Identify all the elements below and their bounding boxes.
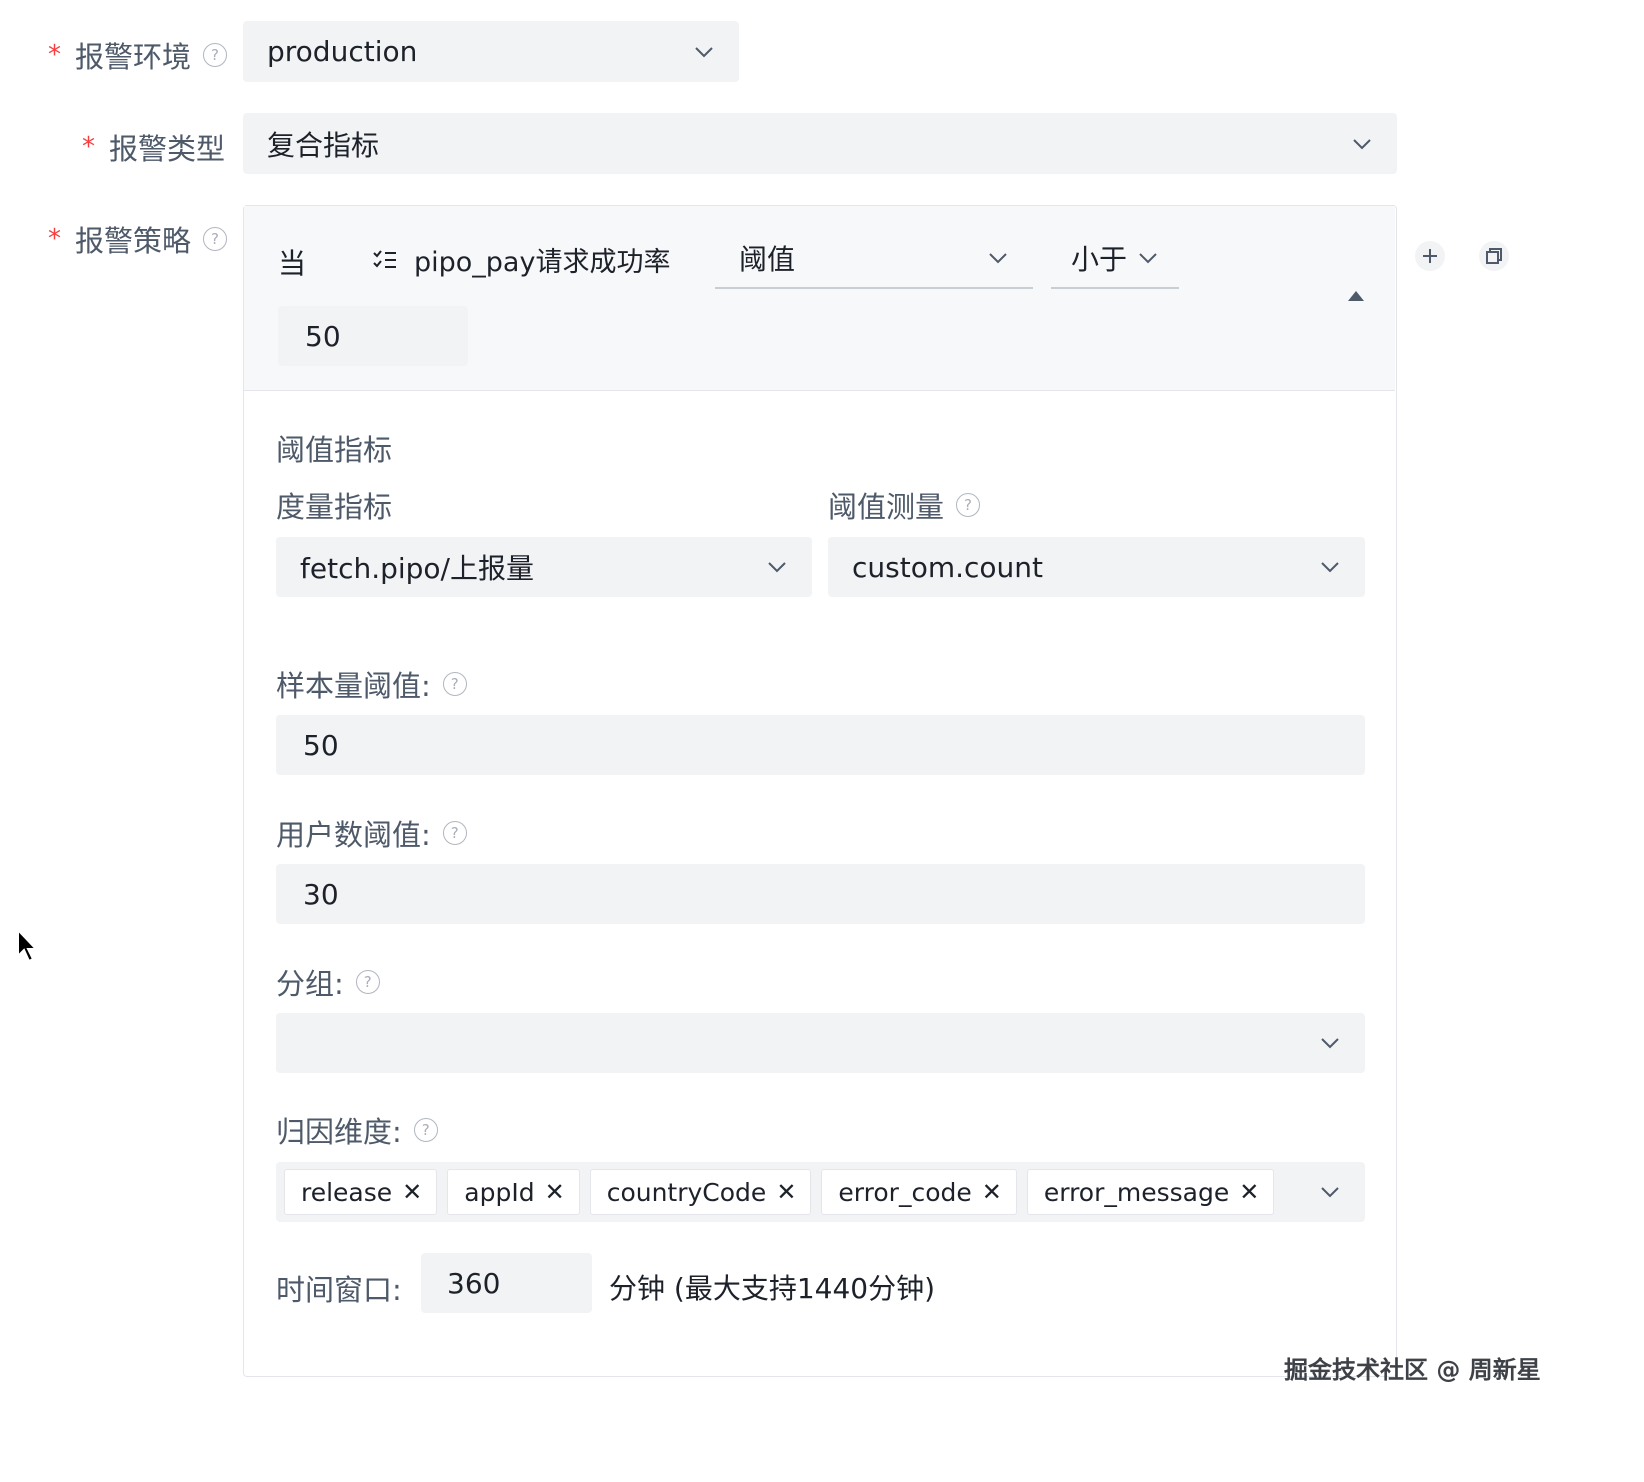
close-icon[interactable]: ✕ bbox=[1239, 1178, 1259, 1206]
chevron-down-icon bbox=[766, 556, 788, 578]
sample-label-text: 样本量阈值: bbox=[276, 669, 431, 703]
window-suffix: 分钟 (最大支持1440分钟) bbox=[609, 1272, 936, 1305]
measure-select[interactable]: fetch.pipo/上报量 bbox=[276, 537, 812, 597]
attr-tag: release ✕ bbox=[284, 1169, 438, 1215]
plus-icon[interactable] bbox=[1415, 241, 1445, 271]
help-icon[interactable]: ? bbox=[956, 493, 981, 517]
operator-select[interactable]: 小于 bbox=[1051, 229, 1179, 289]
chevron-down-icon bbox=[1137, 247, 1159, 269]
attr-tag: error_message ✕ bbox=[1026, 1169, 1275, 1215]
attr-tag-label: countryCode bbox=[606, 1177, 767, 1207]
attr-tag: countryCode ✕ bbox=[589, 1169, 812, 1215]
attr-tag-list: release ✕ appId ✕ countryCode ✕ error_code ✕… bbox=[284, 1169, 1319, 1215]
attr-tag: error_code ✕ bbox=[821, 1169, 1017, 1215]
attr-tag: appId ✕ bbox=[447, 1169, 580, 1215]
help-icon[interactable]: ? bbox=[203, 43, 228, 67]
watermark: 掘金技术社区 @ 周新星 bbox=[1284, 1356, 1541, 1384]
required-mark: * bbox=[48, 224, 61, 254]
threshold-value: 50 bbox=[305, 319, 341, 353]
close-icon[interactable]: ✕ bbox=[545, 1178, 565, 1206]
close-icon[interactable]: ✕ bbox=[402, 1178, 422, 1206]
env-label-text: 报警环境 bbox=[75, 40, 192, 74]
attr-multiselect[interactable]: release ✕ appId ✕ countryCode ✕ error_code ✕… bbox=[276, 1162, 1365, 1222]
chevron-down-icon bbox=[1319, 556, 1341, 578]
group-label: 分组: ? bbox=[276, 961, 380, 1003]
close-icon[interactable]: ✕ bbox=[776, 1178, 796, 1206]
users-input[interactable]: 30 bbox=[276, 864, 1365, 924]
sample-input[interactable]: 50 bbox=[276, 715, 1365, 775]
users-label-text: 用户数阈值: bbox=[276, 818, 431, 852]
attr-tag-label: appId bbox=[464, 1177, 535, 1207]
list-icon bbox=[372, 248, 398, 272]
help-icon[interactable]: ? bbox=[355, 970, 380, 994]
sample-value: 50 bbox=[303, 728, 339, 762]
window-label: 时间窗口: bbox=[276, 1273, 402, 1307]
operator-value: 小于 bbox=[1071, 243, 1128, 276]
type-label: * 报警类型 bbox=[82, 126, 225, 168]
close-icon[interactable]: ✕ bbox=[982, 1178, 1002, 1206]
when-text: 当 bbox=[278, 247, 307, 280]
strategy-label: * 报警策略 ? bbox=[48, 218, 228, 260]
section-title: 阈值指标 bbox=[276, 433, 393, 467]
measure-label: 度量指标 bbox=[276, 490, 393, 524]
metric-selector[interactable]: pipo_pay请求成功率 bbox=[372, 240, 670, 279]
env-select[interactable]: production bbox=[243, 21, 739, 82]
attr-tag-label: error_code bbox=[838, 1177, 972, 1207]
type-label-text: 报警类型 bbox=[109, 132, 226, 166]
help-icon[interactable]: ? bbox=[442, 672, 467, 696]
help-icon[interactable]: ? bbox=[413, 1118, 438, 1142]
chevron-down-icon bbox=[1319, 1032, 1341, 1054]
type-select[interactable]: 复合指标 bbox=[243, 113, 1397, 174]
condition-select[interactable]: 阈值 bbox=[715, 229, 1033, 289]
window-input[interactable]: 360 bbox=[421, 1253, 592, 1313]
env-label: * 报警环境 ? bbox=[48, 34, 228, 76]
help-icon[interactable]: ? bbox=[203, 227, 228, 251]
mouse-cursor-icon bbox=[16, 927, 40, 968]
strategy-label-text: 报警策略 bbox=[75, 224, 192, 258]
attr-tag-label: error_message bbox=[1043, 1177, 1230, 1207]
help-icon[interactable]: ? bbox=[442, 821, 467, 845]
copy-icon[interactable] bbox=[1479, 241, 1509, 271]
chevron-down-icon bbox=[1319, 1181, 1341, 1203]
chevron-down-icon bbox=[987, 247, 1009, 269]
users-value: 30 bbox=[303, 877, 339, 911]
threshold-measure-label-text: 阈值测量 bbox=[828, 490, 945, 524]
attr-label: 归因维度: ? bbox=[276, 1109, 438, 1151]
type-select-value: 复合指标 bbox=[267, 128, 380, 162]
measure-value: fetch.pipo/上报量 bbox=[300, 552, 534, 585]
attr-label-text: 归因维度: bbox=[276, 1115, 402, 1149]
condition-value: 阈值 bbox=[739, 243, 796, 276]
window-value: 360 bbox=[447, 1266, 501, 1300]
caret-up-icon[interactable] bbox=[1346, 288, 1366, 307]
required-mark: * bbox=[48, 40, 61, 70]
chevron-down-icon bbox=[1351, 133, 1373, 155]
threshold-value-input[interactable]: 50 bbox=[278, 306, 468, 366]
threshold-measure-select[interactable]: custom.count bbox=[828, 537, 1365, 597]
users-label: 用户数阈值: ? bbox=[276, 812, 467, 854]
threshold-measure-value: custom.count bbox=[852, 550, 1044, 584]
env-select-value: production bbox=[267, 35, 418, 68]
required-mark: * bbox=[82, 132, 95, 162]
metric-name: pipo_pay请求成功率 bbox=[414, 247, 671, 278]
group-select[interactable] bbox=[276, 1013, 1365, 1073]
group-label-text: 分组: bbox=[276, 967, 344, 1001]
sample-label: 样本量阈值: ? bbox=[276, 663, 467, 705]
attr-tag-label: release bbox=[301, 1177, 393, 1207]
threshold-measure-label: 阈值测量 ? bbox=[828, 484, 981, 526]
chevron-down-icon bbox=[693, 41, 715, 63]
